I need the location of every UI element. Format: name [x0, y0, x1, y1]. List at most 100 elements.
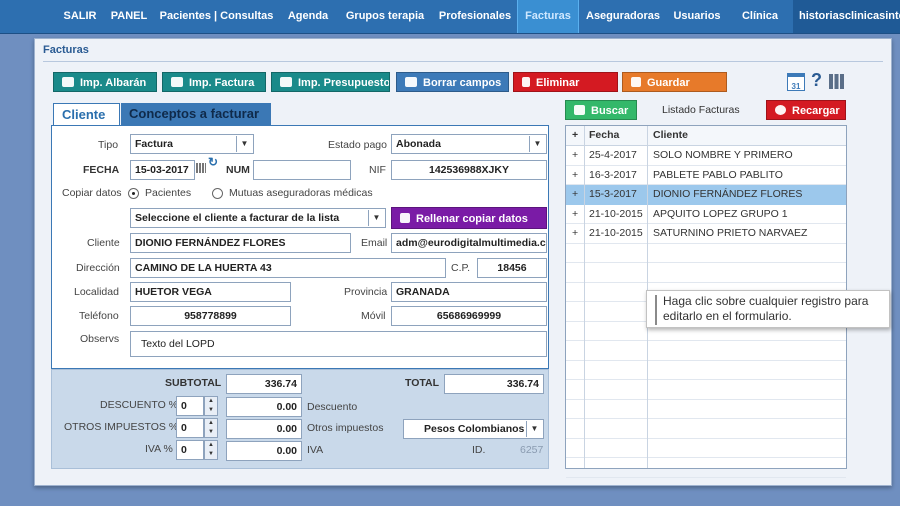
nav-facturas[interactable]: Facturas	[517, 0, 579, 33]
borrar-campos-button[interactable]: Borrar campos	[396, 72, 509, 92]
direccion-input[interactable]: CAMINO DE LA HUERTA 43	[130, 258, 446, 278]
num-input[interactable]	[253, 160, 351, 180]
telefono-input[interactable]: 958778899	[130, 306, 291, 326]
cp-label: C.P.	[451, 262, 471, 274]
header-fecha[interactable]: Fecha	[589, 126, 619, 146]
row-divider	[566, 476, 846, 478]
save-icon	[631, 77, 641, 87]
descuento-pct-input[interactable]: 0	[176, 396, 204, 416]
descuento-value: 0.00	[226, 397, 302, 417]
radio-mutuas-label: Mutuas aseguradoras médicas	[229, 187, 373, 199]
imp-albaran-button[interactable]: Imp. Albarán	[53, 72, 157, 92]
moneda-select[interactable]: Pesos Colombianos ▼	[403, 419, 544, 439]
borrar-campos-label: Borrar campos	[423, 77, 502, 89]
iva-value: 0.00	[226, 441, 302, 461]
nav-grupos-terapia[interactable]: Grupos terapia	[337, 0, 433, 33]
nif-input[interactable]: 142536988XJKY	[391, 160, 547, 180]
nav-panel[interactable]: PANEL	[104, 0, 154, 33]
guardar-label: Guardar	[647, 77, 690, 89]
imp-presupuesto-button[interactable]: Imp. Presupuesto	[271, 72, 390, 92]
movil-input[interactable]: 65686969999	[391, 306, 547, 326]
calendar-icon[interactable]: 31	[787, 73, 805, 91]
nav-user[interactable]: historiasclinicasinte...	[793, 0, 900, 33]
row-divider	[566, 379, 846, 380]
table-row[interactable]: +25-4-2017 SOLO NOMBRE Y PRIMERO	[566, 146, 846, 166]
cell-plus: +	[572, 149, 579, 161]
table-row[interactable]: +21-10-2015 APQUITO LOPEZ GRUPO 1	[566, 205, 846, 225]
eliminar-button[interactable]: Eliminar	[513, 72, 618, 92]
imp-factura-button[interactable]: Imp. Factura	[162, 72, 266, 92]
estado-pago-value: Abonada	[396, 138, 441, 150]
calendar-picker-icon[interactable]	[196, 163, 206, 173]
buscar-button[interactable]: Buscar	[565, 100, 637, 120]
iva-stepper[interactable]: ▲ ▼	[204, 440, 218, 460]
cliente-select[interactable]: Seleccione el cliente a facturar de la l…	[130, 208, 386, 228]
movil-label: Móvil	[361, 310, 386, 322]
cliente-input[interactable]: DIONIO FERNÁNDEZ FLORES	[130, 233, 351, 253]
observs-label: Observs	[80, 333, 120, 345]
otros-stepper[interactable]: ▲ ▼	[204, 418, 218, 438]
eraser-icon	[405, 77, 417, 87]
tooltip-text: Haga clic sobre cualquier registro para …	[663, 294, 869, 323]
radio-pacientes[interactable]	[128, 188, 139, 199]
cell-fecha: 21-10-2015	[589, 227, 643, 239]
table-row[interactable]: +15-3-2017 DIONIO FERNÁNDEZ FLORES	[566, 185, 846, 205]
rellenar-copiar-datos-button[interactable]: Rellenar copiar datos	[391, 207, 547, 229]
trash-icon	[522, 77, 530, 87]
localidad-input[interactable]: HUETOR VEGA	[130, 282, 291, 302]
observs-input[interactable]: Texto del LOPD	[130, 331, 547, 357]
cell-cliente: SATURNINO PRIETO NARVAEZ	[653, 227, 808, 239]
fecha-input[interactable]: 15-03-2017	[130, 160, 195, 180]
cell-plus: +	[572, 227, 579, 239]
iva-pct-input[interactable]: 0	[176, 440, 204, 460]
header-plus[interactable]: +	[572, 126, 578, 146]
email-input[interactable]: adm@eurodigitalmultimedia.con	[391, 233, 547, 253]
copiar-datos-label: Copiar datos	[62, 187, 122, 199]
cell-plus: +	[572, 168, 579, 181]
nav-aseguradoras[interactable]: Aseguradoras	[579, 0, 667, 33]
provincia-label: Provincia	[344, 286, 388, 298]
cliente-select-value: Seleccione el cliente a facturar de la l…	[135, 212, 340, 224]
row-divider	[566, 359, 846, 361]
cliente-label: Cliente	[87, 237, 120, 249]
radio-mutuas[interactable]	[212, 188, 223, 199]
total-value: 336.74	[444, 374, 544, 394]
otros-pct-input[interactable]: 0	[176, 418, 204, 438]
id-label: ID.	[472, 444, 486, 456]
buscar-label: Buscar	[591, 105, 629, 117]
guardar-button[interactable]: Guardar	[622, 72, 727, 92]
help-icon[interactable]: ?	[811, 70, 822, 91]
nav-agenda[interactable]: Agenda	[279, 0, 337, 33]
cell-cliente: APQUITO LOPEZ GRUPO 1	[653, 207, 788, 220]
descuento-stepper[interactable]: ▲ ▼	[204, 396, 218, 416]
tooltip: Haga clic sobre cualquier registro para …	[646, 290, 890, 328]
tipo-select[interactable]: Factura ▼	[130, 134, 254, 154]
cell-plus: +	[572, 207, 579, 220]
nav-clinica[interactable]: Clínica	[727, 0, 793, 33]
iva-text: IVA	[307, 444, 324, 456]
table-row[interactable]: +16-3-2017 PABLETE PABLO PABLITO	[566, 166, 846, 186]
estado-pago-select[interactable]: Abonada ▼	[391, 134, 547, 154]
row-divider	[566, 457, 846, 458]
save-icon	[400, 213, 410, 223]
subtotal-label: SUBTOTAL	[165, 377, 222, 389]
header-cliente[interactable]: Cliente	[653, 126, 688, 146]
cp-input[interactable]: 18456	[477, 258, 547, 278]
refresh-icon[interactable]: ↻	[208, 155, 218, 169]
chevron-down-icon: ▼	[368, 210, 384, 226]
tipo-value: Factura	[135, 138, 173, 150]
imp-albaran-label: Imp. Albarán	[80, 77, 147, 89]
table-row[interactable]: +21-10-2015 SATURNINO PRIETO NARVAEZ	[566, 224, 846, 244]
tab-conceptos[interactable]: Conceptos a facturar	[121, 103, 271, 125]
nav-usuarios[interactable]: Usuarios	[667, 0, 727, 33]
tab-cliente[interactable]: Cliente	[53, 103, 120, 125]
grid-menu-icon[interactable]	[829, 74, 844, 89]
recargar-button[interactable]: Recargar	[766, 100, 846, 120]
provincia-input[interactable]: GRANADA	[391, 282, 547, 302]
nav-salir[interactable]: SALIR	[56, 0, 104, 33]
cell-fecha: 16-3-2017	[589, 168, 637, 181]
nav-profesionales[interactable]: Profesionales	[433, 0, 517, 33]
nav-pacientes[interactable]: Pacientes | Consultas	[154, 0, 279, 33]
chevron-down-icon: ▼	[526, 421, 542, 437]
otros-text: Otros impuestos	[307, 422, 384, 434]
